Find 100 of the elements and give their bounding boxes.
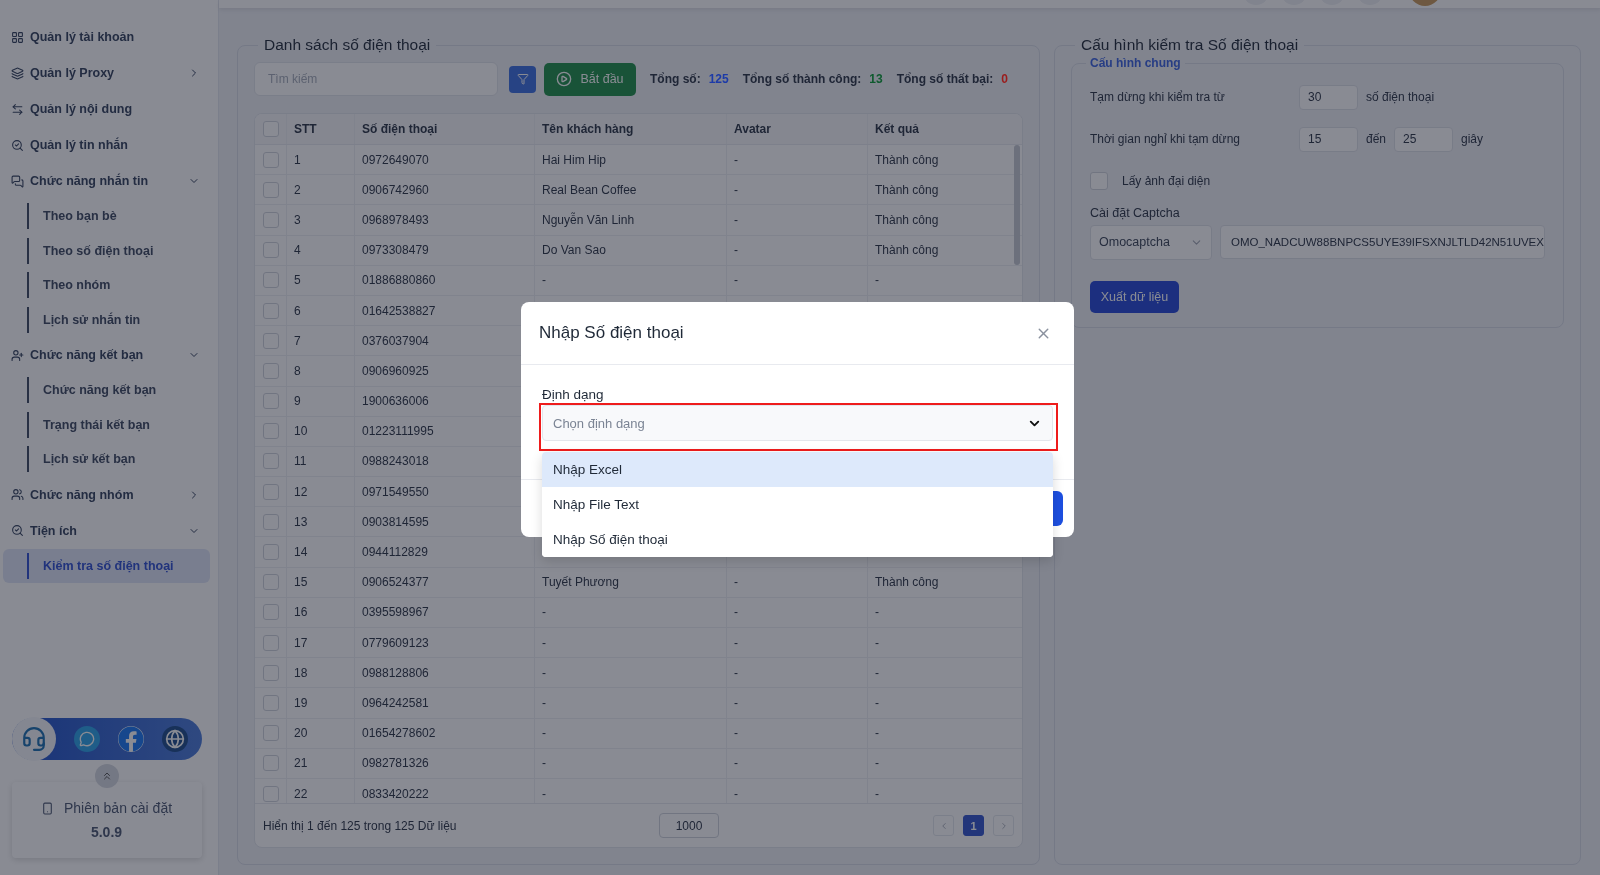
checkbox[interactable] (262, 664, 279, 681)
table-cell-text: - (874, 272, 880, 290)
globe-icon[interactable] (161, 726, 188, 752)
checkbox[interactable] (262, 393, 279, 410)
facebook-icon[interactable] (117, 726, 144, 752)
grid-icon (11, 30, 24, 44)
table-cell: 0973308479 (355, 235, 535, 265)
checkbox[interactable] (262, 483, 279, 500)
checkbox[interactable] (1090, 172, 1108, 190)
table-cell: 12 (287, 477, 355, 507)
checkbox-label: Lấy ảnh đại diện (1122, 174, 1211, 188)
checkbox[interactable] (262, 785, 279, 802)
user-plus-icon (11, 348, 24, 362)
sidebar-subitem[interactable]: Lịch sử nhắn tin (3, 302, 210, 337)
table-cell: Hai Him Hip (535, 145, 727, 175)
api-key-field[interactable]: OMO_NADCUW88BNPCS5UYE39IFSXNJLTLD42N51UVEX (1220, 225, 1545, 259)
table-cell: 0982781326 (355, 748, 535, 778)
dropdown-option[interactable]: Nhập Số điện thoại (542, 522, 1053, 557)
table-cell: 1 (287, 145, 355, 175)
table-cell: 0964242581 (355, 688, 535, 718)
table-cell: - (727, 265, 868, 295)
checkbox[interactable] (262, 332, 279, 349)
sidebar-item[interactable]: Tiện ích (0, 512, 218, 549)
next-page-button[interactable] (993, 815, 1014, 836)
stat-value: 13 (869, 72, 883, 86)
layers-icon (11, 66, 24, 80)
checkbox[interactable] (262, 544, 279, 561)
checkbox[interactable] (262, 151, 279, 168)
page-size-field[interactable]: 1000 (659, 813, 719, 838)
column-header: Kết quả (874, 121, 920, 138)
sidebar-subitem[interactable]: Theo nhóm (3, 268, 210, 303)
checkbox[interactable] (262, 272, 279, 289)
checkbox[interactable] (262, 121, 279, 137)
sidebar-subitem[interactable]: Theo bạn bè (3, 199, 210, 234)
number-field[interactable]: 15 (1299, 126, 1358, 152)
sidebar-subitem[interactable]: Chức năng kết bạn (3, 373, 210, 408)
checkbox[interactable] (262, 423, 279, 440)
table-cell-text: - (874, 694, 880, 712)
field-label: Định dạng (542, 387, 605, 402)
table-cell: 0988128806 (355, 658, 535, 688)
checkbox[interactable] (262, 242, 279, 259)
checkbox[interactable] (262, 574, 279, 591)
version-number: 5.0.9 (90, 824, 123, 840)
sidebar-subitem[interactable]: Theo số điện thoại (3, 233, 210, 268)
table-cell: 17 (287, 628, 355, 658)
table-cell-text: - (874, 664, 880, 682)
table-cell: Nguyễn Văn Linh (535, 205, 727, 235)
headset-icon[interactable] (11, 717, 56, 761)
table-cell: 19 (287, 688, 355, 718)
dropdown-option[interactable]: Nhập File Text (542, 487, 1053, 522)
table-cell-text: Thành công (874, 574, 940, 592)
sidebar-subitem[interactable]: Lịch sử kết bạn (3, 442, 210, 477)
sidebar-item[interactable]: Quản lý nội dung (0, 91, 218, 127)
table-cell: - (535, 718, 727, 748)
table-cell: 18 (287, 658, 355, 688)
table-cell: 7 (287, 326, 355, 356)
checkbox[interactable] (262, 302, 279, 319)
checkbox[interactable] (262, 755, 279, 772)
sidebar-item[interactable]: Quản lý tin nhắn (0, 127, 218, 163)
table-cell: 0972649070 (355, 145, 535, 175)
sidebar-item[interactable]: Chức năng nhóm (0, 476, 218, 513)
checkbox[interactable] (262, 362, 279, 379)
format-select[interactable]: Chọn định dạng (542, 405, 1053, 441)
table-cell-text: Thành công (874, 181, 940, 199)
checkbox[interactable] (262, 634, 279, 651)
number-field[interactable]: 30 (1299, 84, 1358, 110)
sidebar-item[interactable]: Chức năng kết bạn (0, 337, 218, 373)
number-field[interactable]: 25 (1394, 126, 1454, 152)
checkbox[interactable] (262, 725, 279, 742)
captcha-select[interactable]: Omocaptcha (1090, 224, 1212, 260)
table-cell: Do Van Sao (535, 235, 727, 265)
table-cell-text: - (874, 604, 880, 622)
page-button[interactable]: 1 (963, 815, 984, 836)
field-label: Cài đặt Captcha (1090, 206, 1181, 220)
sidebar-subitem[interactable]: Trạng thái kết bạn (3, 407, 210, 442)
checkbox[interactable] (262, 513, 279, 530)
checkbox[interactable] (262, 211, 279, 228)
checkbox[interactable] (262, 181, 279, 198)
users-icon (11, 488, 24, 501)
filter-button[interactable] (509, 65, 536, 93)
sidebar-subitem[interactable]: Kiểm tra số điện thoại (3, 548, 210, 583)
table-cell: 13 (287, 507, 355, 537)
checkbox[interactable] (262, 694, 279, 711)
table-cell: - (535, 628, 727, 658)
collapse-button[interactable] (94, 764, 119, 788)
table-cell: - (727, 597, 868, 627)
checkbox[interactable] (262, 453, 279, 470)
sidebar-item[interactable]: Quản lý Proxy (0, 55, 218, 91)
start-button[interactable]: Bắt đầu (544, 62, 636, 96)
previous-page-button[interactable] (933, 815, 954, 836)
export-button[interactable]: Xuất dữ liệu (1090, 281, 1179, 313)
dropdown-option[interactable]: Nhập Excel (542, 452, 1053, 487)
sidebar-item[interactable]: Quản lý tài khoản (0, 19, 218, 55)
table-cell: 22 (287, 778, 355, 803)
chat-bubble-icon[interactable] (73, 726, 100, 752)
table-cell: - (535, 688, 727, 718)
checkbox[interactable] (262, 604, 279, 621)
search-check-icon (11, 524, 24, 537)
sidebar-item[interactable]: Chức năng nhắn tin (0, 163, 218, 199)
table-cell: - (727, 718, 868, 748)
